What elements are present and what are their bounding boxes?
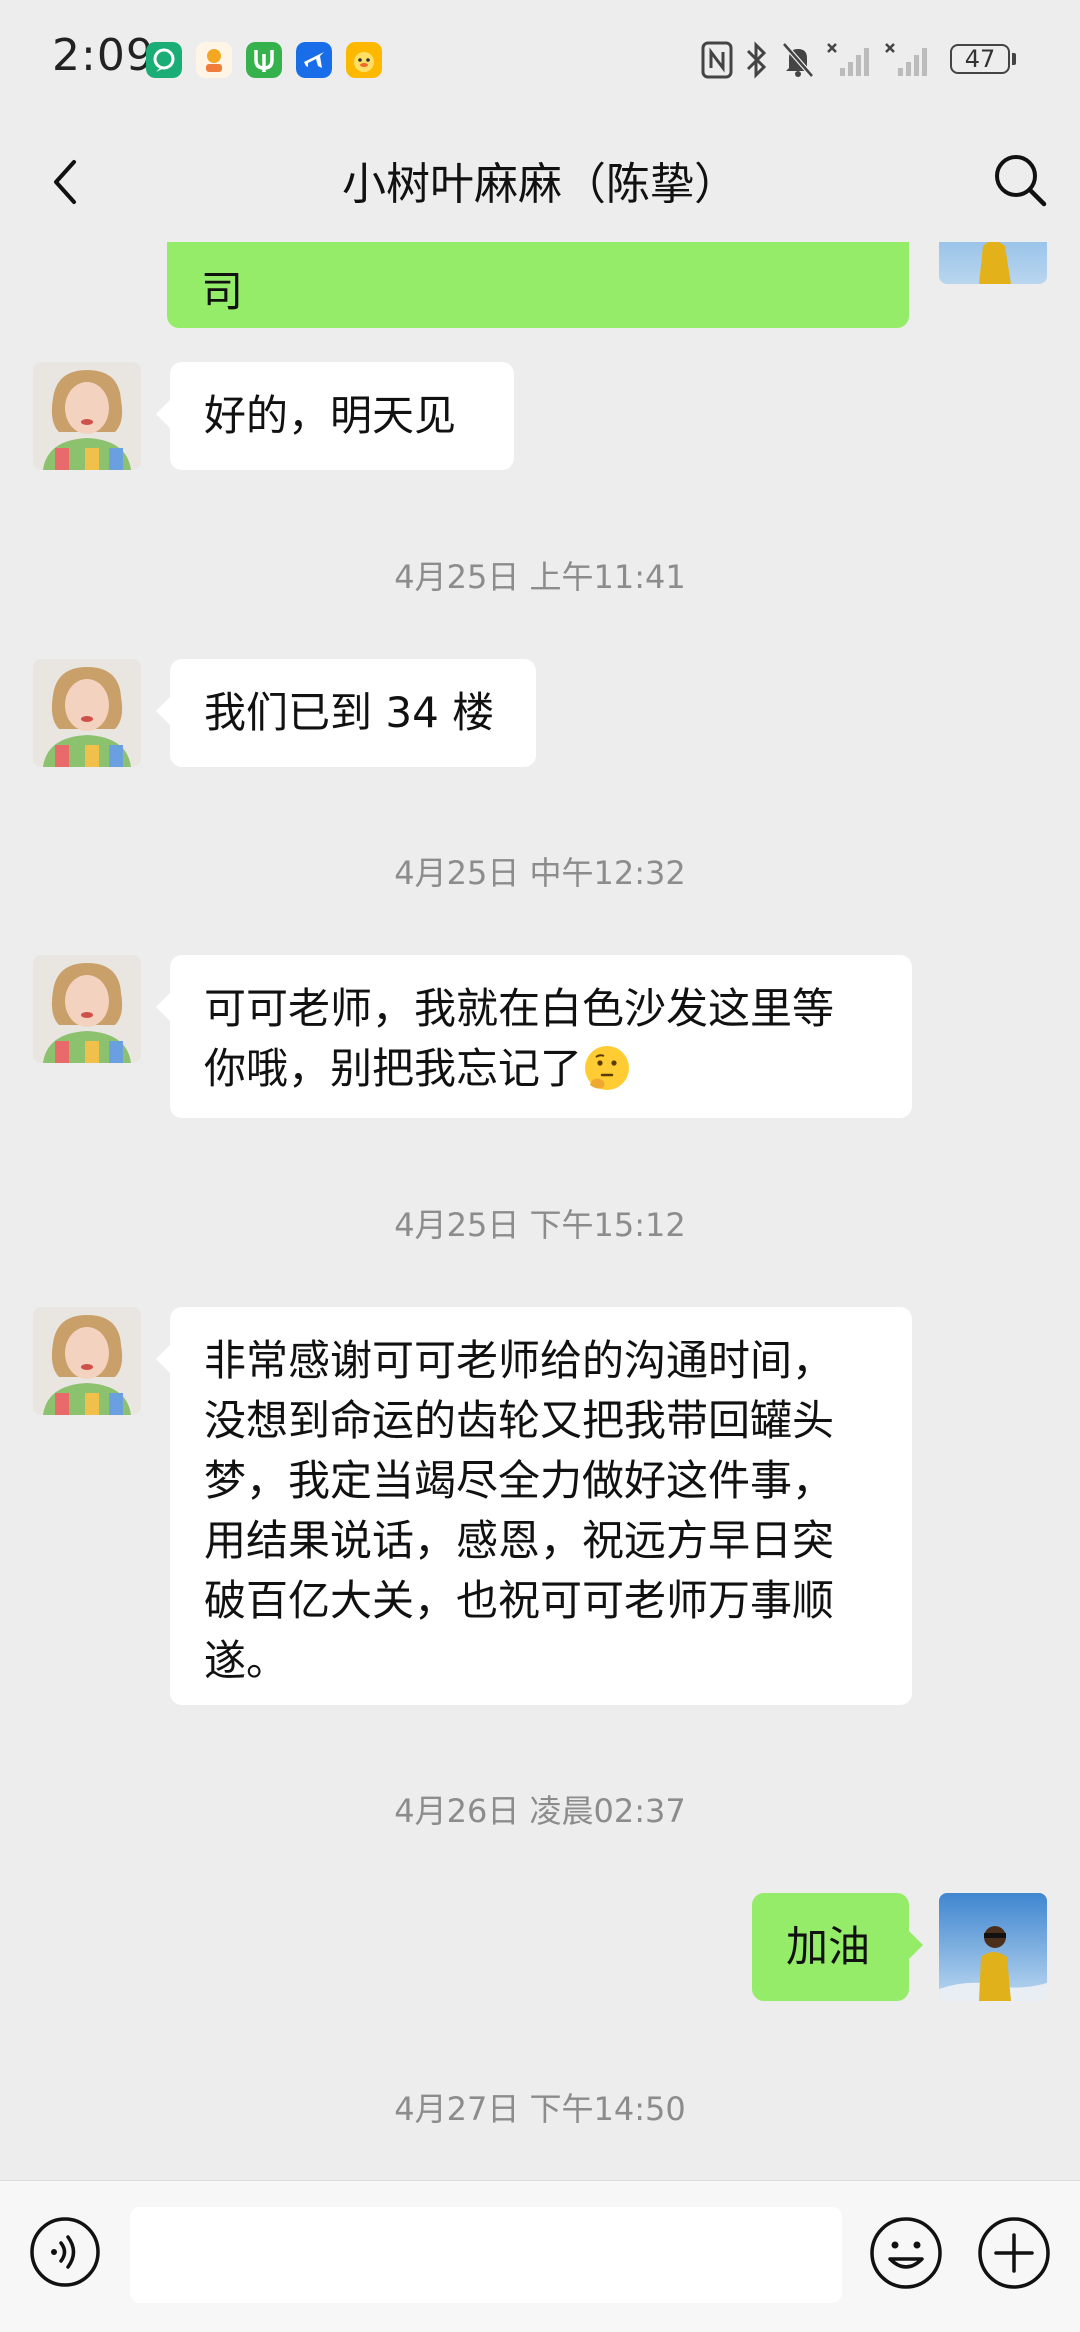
message-text-line: 你哦，别把我忘记了 <box>204 1039 878 1099</box>
mute-icon <box>782 42 814 78</box>
input-bar <box>0 2180 1080 2332</box>
plus-icon[interactable] <box>976 2215 1052 2291</box>
message-text-line: 破百亿大关，也祝可可老师万事顺 <box>204 1576 835 1625</box>
voice-icon[interactable] <box>28 2215 102 2289</box>
message-timestamp: 4月25日 上午11:41 <box>394 558 686 596</box>
message-timestamp: 4月25日 下午15:12 <box>394 1206 686 1244</box>
message-bubble-me[interactable]: 司 <box>167 242 909 328</box>
message-bubble-contact[interactable]: 我们已到 34 楼 <box>156 659 536 767</box>
message-bubble-contact[interactable]: 可可老师，我就在白色沙发这里等 你哦，别把我忘记了 <box>156 955 912 1118</box>
emoji-icon[interactable] <box>868 2215 944 2291</box>
chevron-left-icon[interactable] <box>36 150 100 214</box>
battery-icon: 47 <box>950 44 1018 78</box>
avatar[interactable] <box>939 242 1047 284</box>
message-text-line: 可可老师，我就在白色沙发这里等 <box>204 984 835 1033</box>
message-timestamp: 4月25日 中午12:32 <box>394 854 686 892</box>
message-text: 好的，明天见 <box>204 391 457 440</box>
message-text-line: 非常感谢可可老师给的沟通时间， <box>204 1336 835 1385</box>
avatar[interactable] <box>939 1893 1047 2001</box>
kid-app-icon <box>196 42 232 78</box>
status-bar: 2:09 47 <box>0 0 1080 124</box>
chat-header: 小树叶麻麻（陈挚） <box>0 124 1080 242</box>
message-bubble-contact[interactable]: 好的，明天见 <box>156 362 514 470</box>
message-text: 加油 <box>786 1922 871 1971</box>
nfc-icon <box>701 41 733 79</box>
message-text-line: 遂。 <box>204 1636 289 1685</box>
signal-2-icon <box>885 43 927 76</box>
search-icon[interactable] <box>988 148 1052 212</box>
message-timestamp: 4月27日 下午14:50 <box>394 2090 686 2128</box>
message-list[interactable]: 司 好的，明天见 4月25日 上午11:41 我们已到 34 楼 4月25日 中… <box>0 242 1080 2180</box>
status-time: 2:09 <box>52 30 155 81</box>
wechat-work-icon <box>146 42 182 78</box>
message-text: 我们已到 34 楼 <box>204 688 495 737</box>
thinking-face-emoji <box>585 1046 630 1090</box>
message-text: 司 <box>201 267 244 316</box>
chat-title: 小树叶麻麻（陈挚） <box>342 159 738 210</box>
avatar[interactable] <box>33 362 141 470</box>
message-input[interactable] <box>130 2207 842 2303</box>
message-text-line: 用结果说话，感恩，祝远方早日突 <box>204 1516 835 1565</box>
message-text-line: 没想到命运的齿轮又把我带回罐头 <box>204 1396 835 1445</box>
message-timestamp: 4月26日 凌晨02:37 <box>394 1792 686 1830</box>
avatar[interactable] <box>33 955 141 1063</box>
signal-1-icon <box>827 43 869 76</box>
avatar[interactable] <box>33 659 141 767</box>
bluetooth-icon <box>746 41 767 79</box>
duck-app-icon <box>346 42 382 78</box>
battery-level: 47 <box>950 44 1010 74</box>
message-text-line: 梦，我定当竭尽全力做好这件事， <box>204 1456 835 1505</box>
travel-app-icon <box>296 42 332 78</box>
message-bubble-contact[interactable]: 非常感谢可可老师给的沟通时间， 没想到命运的齿轮又把我带回罐头 梦，我定当竭尽全… <box>156 1307 912 1705</box>
message-bubble-me[interactable]: 加油 <box>752 1893 923 2001</box>
avatar[interactable] <box>33 1307 141 1415</box>
tree-app-icon <box>246 42 282 78</box>
